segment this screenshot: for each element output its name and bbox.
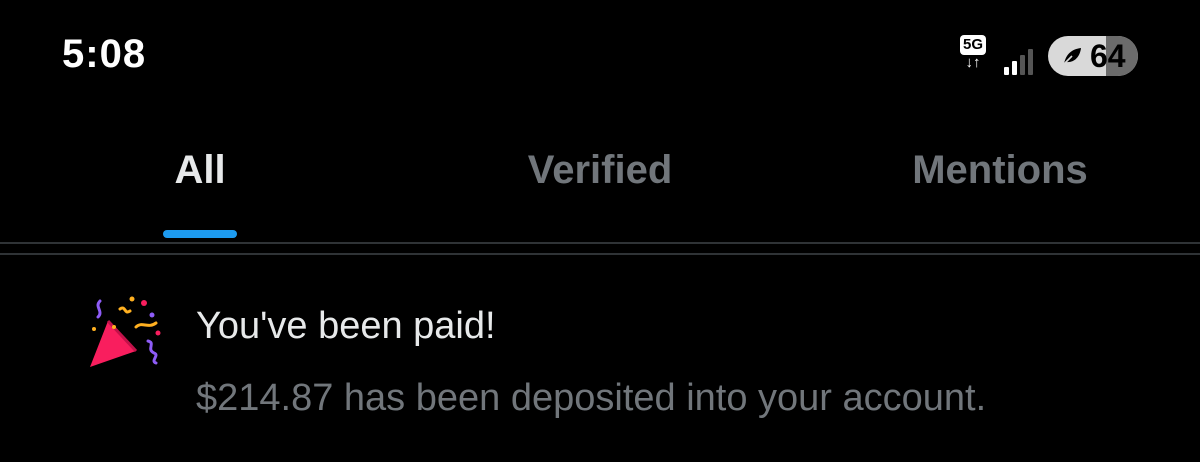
tab-label: Mentions (912, 148, 1088, 192)
tab-all[interactable]: All (0, 130, 400, 243)
notification-tabs: All Verified Mentions (0, 130, 1200, 243)
notification-title: You've been paid! (196, 305, 496, 347)
network-type-badge: 5G (959, 35, 986, 55)
tab-label: All (174, 148, 226, 192)
status-indicators: 5G ↓↑ 64 (954, 34, 1138, 78)
leaf-icon (1062, 48, 1081, 66)
notification-body: $214.87 has been deposited into your acc… (196, 377, 987, 419)
status-bar: 5:08 5G ↓↑ 64 (0, 0, 1200, 110)
signal-bar (1012, 61, 1017, 75)
active-tab-indicator (163, 230, 237, 238)
battery-indicator: 64 (1048, 36, 1138, 76)
signal-strength-icon (1004, 45, 1036, 75)
divider (0, 242, 1200, 244)
tab-mentions[interactable]: Mentions (800, 130, 1200, 243)
cellular-network-icon: 5G ↓↑ (954, 35, 992, 77)
notifications-screen: 5:08 5G ↓↑ 64 All Verified Mentions You'… (0, 0, 1200, 462)
party-popper-icon (90, 296, 161, 367)
signal-bar (1004, 67, 1009, 75)
data-transfer-icon: ↓↑ (965, 54, 981, 71)
tab-verified[interactable]: Verified (400, 130, 800, 243)
status-time: 5:08 (62, 32, 147, 76)
notification-item[interactable]: You've been paid! $214.87 has been depos… (0, 255, 1200, 462)
tab-label: Verified (527, 148, 673, 192)
signal-bar (1020, 55, 1025, 75)
signal-bar (1028, 49, 1033, 75)
battery-percentage: 64 (1090, 37, 1126, 74)
